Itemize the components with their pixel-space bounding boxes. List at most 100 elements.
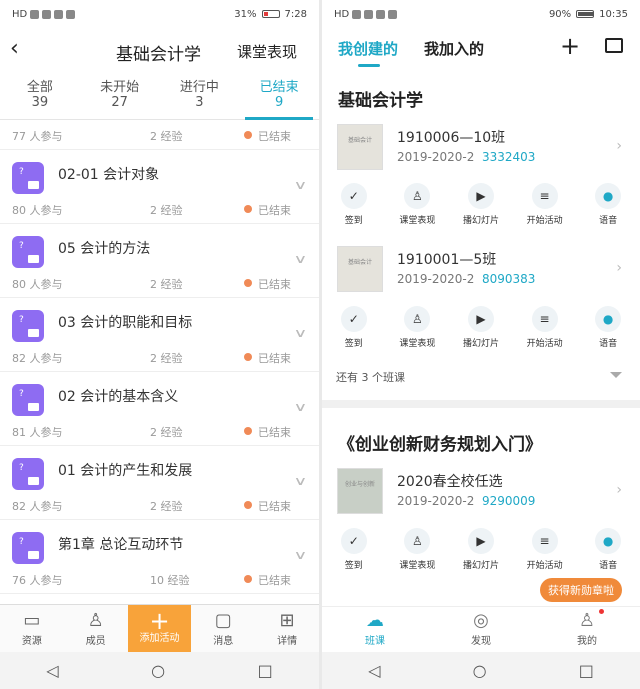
course-title: 《创业创新财务规划入门》 [338, 435, 542, 455]
system-nav: ◁ ○ □ [0, 652, 319, 689]
tool-performance[interactable]: ♙ 课堂表现 [386, 528, 450, 571]
activity-item[interactable]: ? 02-01 会计对象 ∨ 80 人参与 2 经验 已结束 [0, 150, 319, 224]
tab-all[interactable]: 全部 39 [0, 72, 80, 119]
activity-item[interactable]: ? 77 人参与 2 经验 已结束 [0, 120, 319, 150]
chevron-down-icon[interactable]: ∨ [294, 474, 308, 488]
tool-start-activity[interactable]: ≡ 开始活动 [513, 183, 577, 226]
class-thumbnail: 创业与创新 [337, 468, 383, 514]
tool-performance[interactable]: ♙ 课堂表现 [386, 183, 450, 226]
home-circle-icon[interactable]: ○ [151, 661, 165, 680]
tab-count: 39 [31, 95, 49, 110]
participants: 76 人参与 [12, 574, 63, 587]
plus-icon: + [149, 607, 170, 635]
tool-slides[interactable]: ▶ 播幻灯片 [449, 183, 513, 226]
class-performance-button[interactable]: 课堂表现 [237, 41, 297, 62]
bottom-nav: ▭ 资源 ♙ 成员 + 添加活动 ▢ 消息 ⊞ 详情 [0, 604, 319, 652]
nav-messages[interactable]: ▢ 消息 [191, 605, 255, 652]
nav-label: 班课 [365, 636, 385, 647]
status-badge: 已结束 [244, 352, 291, 365]
nav-label: 添加活动 [139, 633, 180, 644]
tool-sign-in[interactable]: ✓ 签到 [322, 528, 386, 571]
tab-not-started[interactable]: 未开始 27 [80, 72, 160, 119]
chevron-down-icon[interactable]: ∨ [294, 548, 308, 562]
cast-screen-icon[interactable] [605, 38, 623, 53]
chevron-down-icon[interactable]: ∨ [294, 326, 308, 340]
activity-title: 02 会计的基本含义 [58, 389, 179, 405]
activity-item[interactable]: ? 03 会计的职能和目标 ∨ 82 人参与 2 经验 已结束 [0, 298, 319, 372]
nav-mine[interactable]: ♙ 我的 [534, 607, 640, 652]
activity-item[interactable]: ? 01 会计的产生和发展 ∨ 82 人参与 2 经验 已结束 [0, 446, 319, 520]
nav-resources[interactable]: ▭ 资源 [0, 605, 64, 652]
tool-label: 课堂表现 [399, 561, 436, 571]
tool-voice[interactable]: ● 语音 [576, 183, 640, 226]
activity-item[interactable]: ? 02 会计的基本含义 ∨ 81 人参与 2 经验 已结束 [0, 372, 319, 446]
plus-icon[interactable]: + [560, 32, 580, 60]
class-item[interactable]: 基础会计 1910006—10班 2019-2020-2 3332403 › [322, 124, 640, 170]
tool-performance[interactable]: ♙ 课堂表现 [386, 306, 450, 349]
tool-sign-in[interactable]: ✓ 签到 [322, 306, 386, 349]
tool-slides[interactable]: ▶ 播幻灯片 [449, 528, 513, 571]
recents-square-icon[interactable]: □ [258, 661, 273, 680]
nav-discover[interactable]: ◎ 发现 [428, 607, 534, 652]
tool-slides[interactable]: ▶ 播幻灯片 [449, 306, 513, 349]
activity-title: 01 会计的产生和发展 [58, 463, 193, 479]
chevron-down-icon[interactable]: ∨ [294, 252, 308, 266]
more-classes-link[interactable]: 还有 3 个班课 [336, 369, 405, 385]
tool-label: 开始活动 [526, 216, 563, 226]
add-activity-button[interactable]: + 添加活动 [127, 605, 192, 652]
battery-percent: 31% [234, 8, 257, 20]
experience: 2 经验 [150, 500, 183, 513]
nav-details[interactable]: ⊞ 详情 [255, 605, 319, 652]
activity-item[interactable]: ? 第1章 总论互动环节 ∨ 76 人参与 10 经验 已结束 [0, 520, 319, 594]
quiz-icon: ? [12, 532, 44, 564]
activity-title: 03 会计的职能和目标 [58, 315, 193, 331]
back-triangle-icon[interactable]: ◁ [368, 661, 380, 680]
tab-in-progress[interactable]: 进行中 3 [160, 72, 240, 119]
nav-label: 发现 [471, 636, 491, 647]
tab-joined[interactable]: 我加入的 [424, 38, 484, 59]
back-triangle-icon[interactable]: ◁ [46, 661, 58, 680]
class-item[interactable]: 基础会计 1910001—5班 2019-2020-2 8090383 › [322, 246, 640, 292]
tab-created[interactable]: 我创建的 [338, 38, 398, 59]
battery-icon [261, 10, 280, 18]
tool-start-activity[interactable]: ≡ 开始活动 [513, 306, 577, 349]
tool-sign-in[interactable]: ✓ 签到 [322, 183, 386, 226]
class-item[interactable]: 创业与创新 2020春全校任选 2019-2020-2 9290009 › [322, 468, 640, 514]
status-bar: HD 31% 7:28 [0, 0, 319, 28]
class-thumbnail: 基础会计 [337, 124, 383, 170]
nav-label: 详情 [277, 636, 298, 647]
class-tools: ✓ 签到 ♙ 课堂表现 ▶ 播幻灯片 ≡ 开始活动 ● 语音 [322, 306, 640, 349]
nav-classes[interactable]: ☁ 班课 [322, 607, 428, 652]
grid-icon: ⊞ [279, 610, 295, 631]
tool-start-activity[interactable]: ≡ 开始活动 [513, 528, 577, 571]
home-circle-icon[interactable]: ○ [473, 661, 487, 680]
activity-title: 第1章 总论互动环节 [58, 537, 184, 553]
tool-voice[interactable]: ● 语音 [576, 528, 640, 571]
tab-count: 27 [111, 95, 128, 110]
chevron-down-icon[interactable]: ∨ [294, 400, 308, 414]
tool-label: 开始活动 [526, 339, 563, 349]
class-code: 9290009 [482, 494, 536, 508]
back-icon[interactable]: ‹ [10, 36, 19, 61]
expand-triangle-icon[interactable] [610, 372, 622, 378]
participants: 80 人参与 [12, 278, 63, 291]
slides-icon: ▶ [467, 306, 494, 332]
cloud-icon: ☁ [366, 610, 384, 631]
class-thumbnail: 基础会计 [337, 246, 383, 292]
tool-label: 语音 [599, 561, 618, 571]
new-badge-toast[interactable]: 获得新勋章啦 [540, 578, 622, 602]
tab-ended[interactable]: 已结束 9 [239, 72, 319, 120]
activity-item[interactable]: ? 05 会计的方法 ∨ 80 人参与 2 经验 已结束 [0, 224, 319, 298]
nav-members[interactable]: ♙ 成员 [64, 605, 128, 652]
tool-label: 签到 [344, 339, 363, 349]
experience: 2 经验 [150, 278, 183, 291]
microphone-icon: ● [595, 306, 622, 332]
slides-icon: ▶ [467, 183, 494, 209]
tool-label: 语音 [599, 216, 618, 226]
activity-icon: ≡ [531, 183, 558, 209]
chevron-down-icon[interactable]: ∨ [294, 178, 308, 192]
tool-voice[interactable]: ● 语音 [576, 306, 640, 349]
tool-label: 签到 [344, 561, 363, 571]
recents-square-icon[interactable]: □ [579, 661, 594, 680]
activity-icon: ≡ [531, 306, 558, 332]
